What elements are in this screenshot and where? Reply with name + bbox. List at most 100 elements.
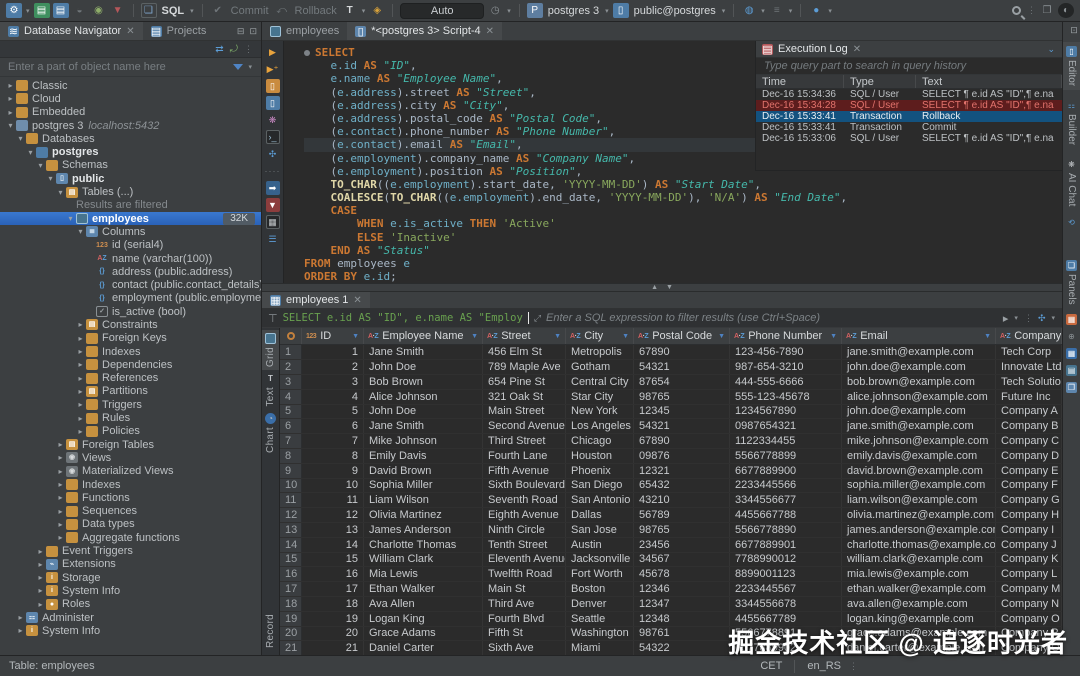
tree-expand-arrow[interactable]: ▸ [15,613,26,622]
tree-expand-arrow[interactable]: ▸ [35,586,46,595]
table-row[interactable]: 1313James AndersonNinth CircleSan Jose98… [280,523,1062,538]
tree-item[interactable]: ▸Sequences [0,505,261,518]
column-header-city[interactable]: A·ZCity▼ [566,328,634,344]
data-cell[interactable]: John Doe [364,360,483,374]
data-cell[interactable]: Company A [996,405,1062,419]
data-cell[interactable]: Company I [996,523,1062,537]
column-header-id[interactable]: 123ID▼ [302,328,364,344]
refresh-circle-icon[interactable]: ⟲ [1066,217,1077,228]
sql-line[interactable]: ELSE 'Inactive' [304,231,1062,244]
tree-expand-arrow[interactable]: ▸ [15,626,26,635]
tree-expand-arrow[interactable]: ▸ [75,320,86,329]
transaction-filter-icon[interactable]: T [342,3,358,18]
sidebar-tab-editor[interactable]: ▯ Editor [1063,42,1080,90]
data-cell[interactable]: 6 [302,419,364,433]
table-row[interactable]: 1818Ava AllenThird AveDenver123473344556… [280,597,1062,612]
sql-line[interactable]: COALESCE(TO_CHAR((e.employment).end_date… [304,191,1062,204]
tree-expand-arrow[interactable]: ▸ [75,400,86,409]
navigator-menu-icon[interactable]: ⋮ [244,44,253,55]
data-cell[interactable]: Main St [483,582,566,596]
log-row[interactable]: Dec-16 15:33:41TransactionRollback [756,111,1062,122]
data-cell[interactable]: 0987654321 [730,419,842,433]
data-cell[interactable]: 12345 [634,405,730,419]
data-cell[interactable]: Tech Corp [996,345,1062,359]
data-cell[interactable]: 7788990012 [730,553,842,567]
data-cell[interactable]: alice.johnson@example.com [842,390,996,404]
data-cell[interactable]: Houston [566,449,634,463]
data-cell[interactable]: Liam Wilson [364,493,483,507]
tab-script-4[interactable]: ▯ *<postgres 3> Script-4 ✕ [347,22,502,40]
data-cell[interactable]: William Clark [364,553,483,567]
tree-expand-arrow[interactable]: ▸ [55,453,66,462]
row-number-cell[interactable]: 7 [280,434,302,448]
explain-plan-icon[interactable]: ❋ [266,113,280,127]
table-row[interactable]: 55John DoeMain StreetNew York12345123456… [280,405,1062,420]
export-file-icon[interactable]: ➡ [266,181,280,195]
tree-item[interactable]: Results are filtered [0,199,261,212]
row-number-cell[interactable]: 11 [280,493,302,507]
assist-icon[interactable]: ● [808,3,824,18]
data-cell[interactable]: 54321 [634,360,730,374]
data-cell[interactable]: Denver [566,597,634,611]
tab-employees[interactable]: employees [262,22,347,40]
data-cell[interactable]: Los Angeles [566,419,634,433]
table-row[interactable]: 1212Olivia MartinezEighth AvenueDallas56… [280,508,1062,523]
data-cell[interactable]: John Doe [364,405,483,419]
tree-expand-arrow[interactable]: ▸ [5,108,16,117]
data-cell[interactable]: Mike Johnson [364,434,483,448]
table-row[interactable]: 1616Mia LewisTwelfth RoadFort Worth45678… [280,567,1062,582]
settings-flower-icon[interactable]: ✣ [266,147,280,161]
data-cell[interactable]: Metropolis [566,345,634,359]
tree-expand-arrow[interactable]: ▾ [5,121,16,130]
tree-expand-arrow[interactable]: ▸ [75,414,86,423]
data-cell[interactable]: 5566778899 [730,449,842,463]
data-cell[interactable]: 11 [302,493,364,507]
log-search-input[interactable]: Type query part to search in query histo… [764,60,966,72]
clock-icon[interactable]: ◷ [487,3,503,18]
data-cell[interactable]: 10 [302,479,364,493]
clock-caret[interactable]: ▾ [507,7,511,15]
tree-item[interactable]: {}address (public.address) [0,265,261,278]
tree-item[interactable]: ▸Embedded [0,106,261,119]
row-number-cell[interactable]: 16 [280,567,302,581]
filter-history-caret[interactable]: ▾ [1014,314,1018,322]
data-cell[interactable]: 98765 [634,390,730,404]
row-number-cell[interactable]: 4 [280,390,302,404]
data-cell[interactable]: Company L [996,567,1062,581]
theme-toggle-icon[interactable]: ◐ [1058,3,1074,18]
data-cell[interactable]: Emily Davis [364,449,483,463]
table-row[interactable]: 1515William ClarkEleventh AvenueJacksonv… [280,553,1062,568]
layers-icon[interactable]: ≡ [769,3,785,18]
table-row[interactable]: 44Alice Johnson321 Oak StStar City987655… [280,390,1062,405]
data-cell[interactable]: Company N [996,597,1062,611]
data-cell[interactable]: Tech Solution [996,375,1062,389]
commit-mode-combo[interactable]: Auto [400,3,484,19]
tree-item[interactable]: ▸Policies [0,425,261,438]
data-cell[interactable]: Fifth St [483,627,566,641]
collapse-all-icon[interactable]: ⤾ [230,44,238,55]
data-cell[interactable]: 12 [302,508,364,522]
data-cell[interactable]: Mia Lewis [364,567,483,581]
tree-item[interactable]: ▸Indexes [0,478,261,491]
data-cell[interactable]: Ava Allen [364,597,483,611]
tree-item[interactable]: ▸◉Materialized Views [0,465,261,478]
tree-item[interactable]: {}contact (public.contact_details) [0,278,261,291]
data-cell[interactable]: 98765 [634,523,730,537]
expand-filter-icon[interactable]: ⤢ [534,313,541,324]
log-row[interactable]: Dec-16 15:34:28SQL / UserSELECT ¶ e.id A… [756,100,1062,111]
tree-expand-arrow[interactable]: ▸ [5,81,16,90]
tree-item[interactable]: ▸References [0,372,261,385]
lock-icon[interactable]: ◈ [369,3,385,18]
sidebar-tab-panels[interactable]: ❏ Panels [1063,256,1080,309]
data-cell[interactable]: Company M [996,582,1062,596]
log-row[interactable]: Dec-16 15:33:06SQL / UserSELECT ¶ e.id A… [756,133,1062,144]
data-cell[interactable]: 8 [302,449,364,463]
tree-item[interactable]: {}employment (public.employment_ [0,292,261,305]
tree-item[interactable]: ▾≣Columns [0,225,261,238]
sort-caret-icon[interactable]: ▼ [718,333,725,340]
row-number-cell[interactable]: 9 [280,464,302,478]
log-col-time[interactable]: Time [756,75,844,88]
execute-statement-icon[interactable]: ▶ [266,45,280,59]
row-number-cell[interactable]: 3 [280,375,302,389]
tree-item[interactable]: ▸Foreign Keys [0,332,261,345]
